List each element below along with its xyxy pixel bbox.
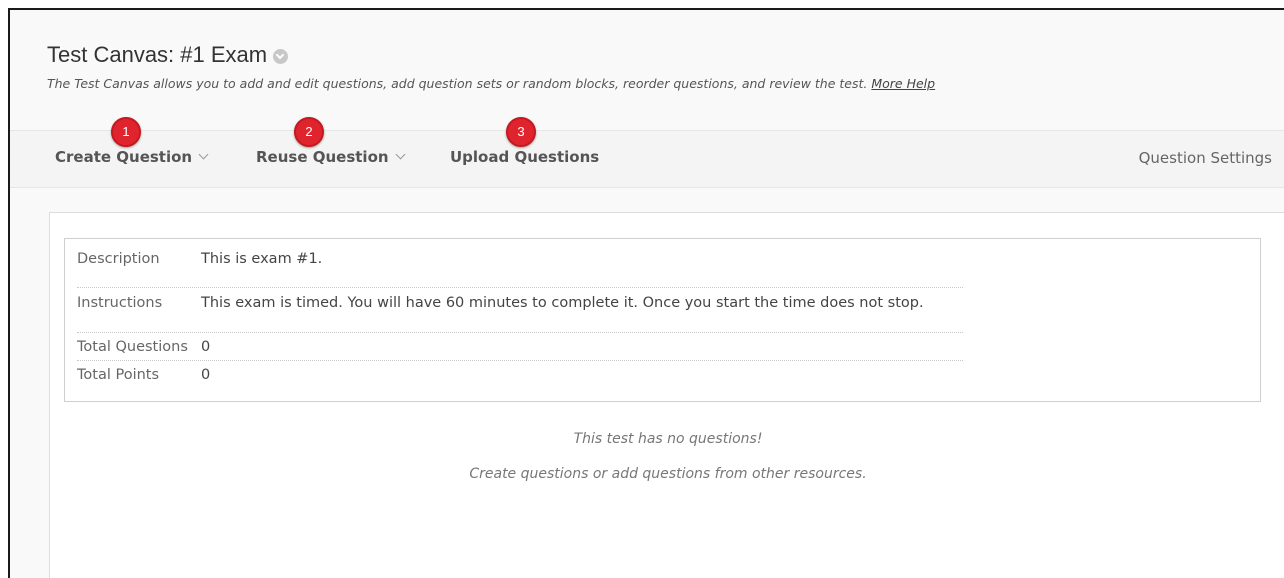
info-label: Total Questions: [77, 339, 188, 355]
chevron-down-icon: [395, 149, 406, 160]
row-divider: [77, 360, 963, 361]
page-description: The Test Canvas allows you to add and ed…: [47, 76, 935, 91]
action-bar: Create Question Reuse Question Upload Qu…: [10, 130, 1284, 188]
info-label: Total Points: [77, 367, 160, 383]
create-question-label: Create Question: [55, 148, 193, 166]
info-value: This is exam #1.: [201, 251, 323, 267]
info-row-total-points: Total Points 0: [77, 367, 210, 383]
row-divider: [77, 287, 963, 288]
info-row-description: Description This is exam #1.: [77, 251, 322, 267]
info-label: Instructions: [77, 295, 163, 311]
info-value: 0: [201, 339, 211, 355]
test-content-panel: Description This is exam #1. Instructions…: [49, 212, 1284, 578]
info-row-total-questions: Total Questions 0: [77, 339, 210, 355]
page-header: Test Canvas: #1 Exam: [47, 42, 289, 68]
page-description-text: The Test Canvas allows you to add and ed…: [47, 76, 868, 91]
empty-state-title: This test has no questions!: [573, 431, 763, 447]
info-value: 0: [201, 367, 211, 383]
info-row-instructions: Instructions This exam is timed. You will…: [77, 295, 924, 311]
title-menu-chevron-icon[interactable]: [273, 48, 289, 64]
more-help-link[interactable]: More Help: [871, 76, 935, 91]
create-question-button[interactable]: Create Question: [55, 148, 209, 166]
row-divider: [77, 332, 963, 333]
callout-badge-3: 3: [506, 117, 536, 147]
reuse-question-button[interactable]: Reuse Question: [256, 148, 406, 166]
callout-badge-2: 2: [294, 117, 324, 147]
info-label: Description: [77, 251, 160, 267]
upload-questions-button[interactable]: Upload Questions: [450, 148, 599, 166]
chevron-down-icon: [198, 149, 209, 160]
reuse-question-label: Reuse Question: [256, 148, 389, 166]
callout-badge-1: 1: [111, 117, 141, 147]
question-settings-link[interactable]: Question Settings: [1139, 149, 1272, 167]
empty-state-hint: Create questions or add questions from o…: [469, 466, 867, 482]
test-info-box: Description This is exam #1. Instructions…: [64, 238, 1261, 402]
info-value: This exam is timed. You will have 60 min…: [201, 295, 924, 311]
page-title: Test Canvas: #1 Exam: [47, 42, 268, 67]
test-canvas-page: Test Canvas: #1 Exam The Test Canvas all…: [8, 8, 1284, 578]
